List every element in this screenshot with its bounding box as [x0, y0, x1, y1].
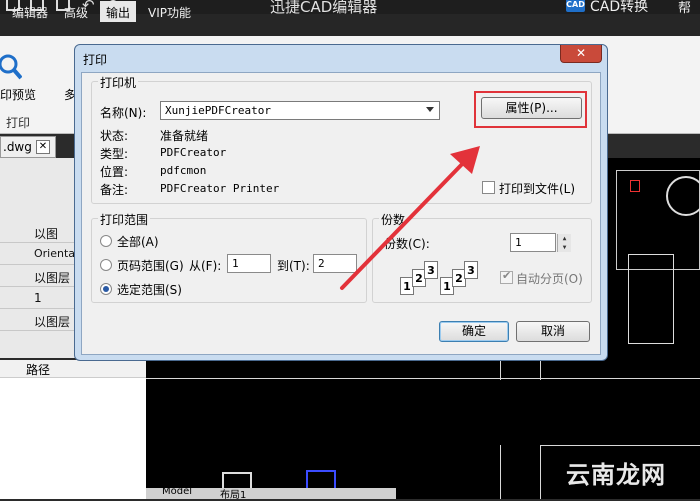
- printer-group-label: 打印机: [98, 74, 139, 91]
- tab-model[interactable]: Model: [162, 486, 192, 497]
- printer-select-value: XunjiePDFCreator: [165, 104, 271, 117]
- spin-down-icon[interactable]: ▼: [557, 243, 571, 252]
- ok-button[interactable]: 确定: [439, 321, 509, 342]
- file-tab-label: .dwg: [3, 140, 32, 154]
- selection-label[interactable]: 选定范围(S): [117, 281, 182, 298]
- menu-output[interactable]: 输出: [100, 1, 137, 22]
- path-header: 路径: [0, 360, 146, 378]
- highlight-box: [474, 91, 587, 128]
- spin-up-icon[interactable]: ▲: [557, 234, 571, 243]
- type-value: PDFCreator: [160, 146, 227, 159]
- print-preview-label[interactable]: 印预览: [0, 86, 36, 103]
- prop-row[interactable]: 以图层: [0, 266, 80, 287]
- print-range-label: 打印范围: [98, 211, 151, 228]
- printer-select[interactable]: XunjiePDFCreator: [160, 101, 440, 120]
- status-value: 准备就绪: [160, 129, 209, 143]
- path-column-label: 路径: [26, 363, 51, 377]
- from-label: 从(F):: [189, 259, 222, 273]
- menu-vip[interactable]: VIP功能: [142, 3, 197, 22]
- chevron-down-icon: [426, 107, 434, 112]
- print-to-file-label[interactable]: 打印到文件(L): [499, 180, 575, 197]
- prop-row[interactable]: Orientat: [0, 244, 80, 265]
- collate-checkbox[interactable]: ✔: [500, 269, 513, 284]
- prop-value: Orientat: [34, 247, 80, 260]
- close-tab-icon[interactable]: ✕: [36, 140, 50, 154]
- prop-row[interactable]: 以图: [0, 222, 80, 243]
- pages-radio[interactable]: [100, 259, 112, 271]
- prop-row[interactable]: 1: [0, 288, 80, 309]
- prop-value: 以图层: [34, 315, 71, 329]
- menu-editor[interactable]: 编辑器: [6, 3, 54, 22]
- drawing-canvas-right[interactable]: [606, 158, 700, 358]
- pages-label[interactable]: 页码范围(G): [117, 257, 184, 274]
- status-label: 状态:: [100, 129, 129, 143]
- copies-stepper[interactable]: 1 ▲ ▼: [510, 233, 571, 252]
- path-panel: [0, 360, 146, 499]
- prop-value: 以图: [34, 227, 59, 241]
- checkmark-icon: ✔: [502, 269, 512, 282]
- annotation-arrow-icon: [340, 146, 480, 290]
- name-label: 名称(N):: [100, 106, 147, 120]
- type-label: 类型:: [100, 147, 129, 161]
- menu-advanced[interactable]: 高级: [58, 3, 94, 22]
- to-label: 到(T):: [277, 259, 310, 273]
- cancel-button[interactable]: 取消: [516, 321, 590, 342]
- location-value: pdfcmon: [160, 164, 207, 177]
- ribbon-group-label: 打印: [6, 116, 31, 130]
- copies-value: 1: [515, 236, 522, 249]
- prop-row[interactable]: 以图层: [0, 310, 80, 331]
- prop-value: 以图层: [34, 271, 71, 285]
- all-radio[interactable]: [100, 235, 112, 247]
- layout-tabs: Model 布局1: [146, 486, 396, 501]
- print-preview-icon[interactable]: [0, 52, 22, 80]
- close-button[interactable]: ✕: [560, 45, 602, 63]
- prop-value: 1: [34, 291, 42, 305]
- comment-label: 备注:: [100, 183, 129, 197]
- dialog-title: 打印: [83, 53, 108, 67]
- location-label: 位置:: [100, 165, 129, 179]
- all-label[interactable]: 全部(A): [117, 233, 159, 250]
- watermark: 云南龙网: [566, 461, 666, 489]
- cad-logo-icon: CAD: [566, 0, 585, 12]
- comment-value: PDFCreator Printer: [160, 182, 280, 195]
- selection-radio[interactable]: [100, 283, 112, 295]
- from-input[interactable]: 1: [227, 254, 271, 273]
- collate-label[interactable]: 自动分页(O): [516, 270, 583, 287]
